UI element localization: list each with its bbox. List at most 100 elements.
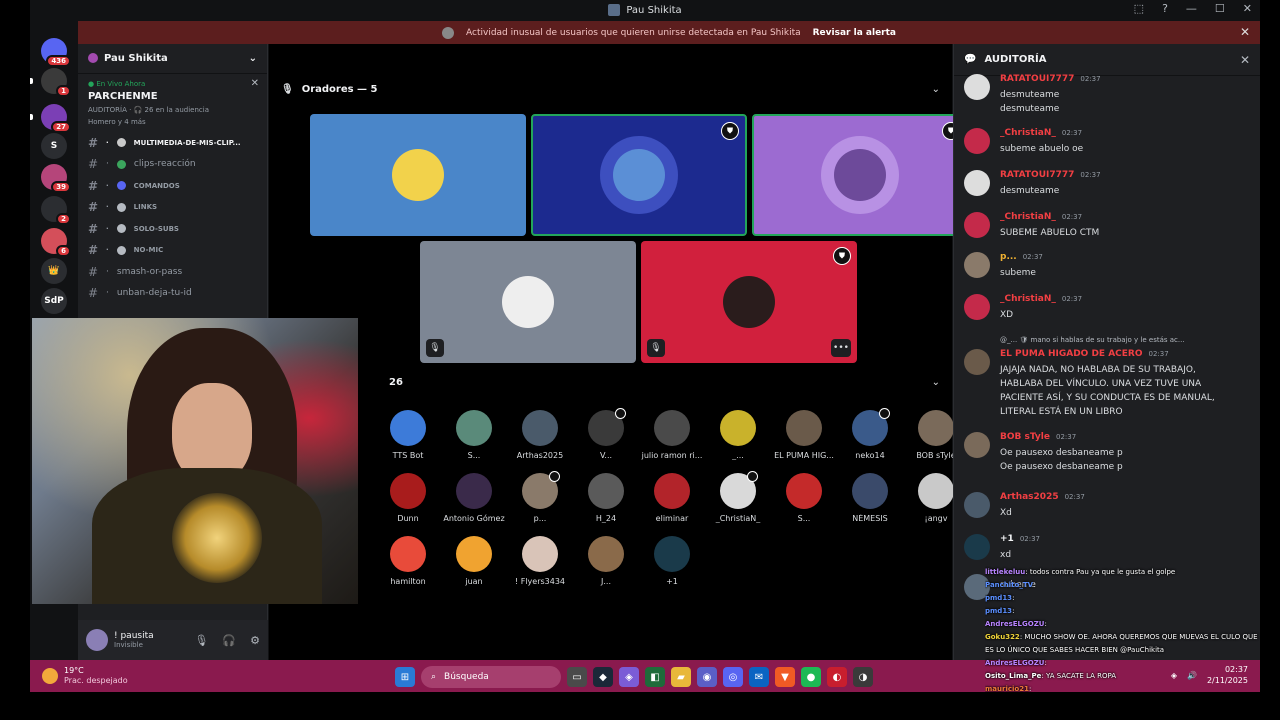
message-author[interactable]: RATATOUI7777 (1000, 74, 1074, 84)
avatar[interactable] (964, 492, 990, 518)
chevron-down-icon[interactable]: ⌄ (932, 377, 940, 388)
reply-preview[interactable]: @_... 🛡 mano si hablas de su trabajo y l… (1000, 336, 1185, 344)
audience-member[interactable]: _ChristiaN_ (705, 471, 771, 523)
taskbar-app-icon[interactable]: ▰ (671, 667, 691, 687)
audience-member[interactable]: neko14 (837, 408, 903, 460)
audience-member[interactable]: S... (771, 473, 837, 523)
avatar[interactable] (964, 294, 990, 320)
avatar[interactable] (964, 74, 990, 100)
taskbar-app-icon[interactable]: ▭ (567, 667, 587, 687)
help-icon[interactable]: ? (1162, 2, 1168, 15)
message-author[interactable]: p... (1000, 252, 1017, 262)
message-author[interactable]: _ChristiaN_ (1000, 294, 1056, 304)
taskbar-app-icon[interactable]: ● (801, 667, 821, 687)
channel-item[interactable]: # · multimedia-de-mis-clip... (78, 132, 267, 154)
taskbar-app-icon[interactable]: ◎ (723, 667, 743, 687)
channel-item[interactable]: # · comandos (78, 175, 267, 197)
search-box[interactable]: ⌕ Búsqueda (421, 666, 561, 688)
audience-member[interactable]: Dunn (375, 473, 441, 523)
server-icon[interactable]: 6 (41, 228, 71, 257)
audience-member[interactable]: Arthas2025 (507, 410, 573, 460)
maximize-button[interactable]: ☐ (1215, 2, 1225, 15)
channel-item[interactable]: # · links (78, 197, 267, 219)
audience-member[interactable]: V... (573, 408, 639, 460)
more-options-button[interactable]: ••• (831, 339, 851, 357)
avatar[interactable] (964, 432, 990, 458)
close-icon[interactable]: ✕ (251, 78, 259, 89)
avatar (588, 473, 624, 509)
taskbar-app-icon[interactable]: ◐ (827, 667, 847, 687)
bullet-icon: · (106, 224, 109, 233)
server-icon[interactable]: 2 (41, 196, 71, 225)
server-icon[interactable]: 1 (41, 68, 71, 97)
speaker-tile[interactable]: 🎙 (420, 241, 636, 363)
server-header[interactable]: Pau Shikita ⌄ (78, 44, 267, 74)
weather-widget[interactable]: 19°C Prac. despejado (30, 666, 128, 686)
audience-member[interactable]: hamilton (375, 536, 441, 586)
audience-member[interactable]: J... (573, 536, 639, 586)
avatar[interactable] (86, 629, 108, 651)
inbox-icon[interactable]: ⬚ (1134, 2, 1144, 15)
audience-member[interactable]: EL PUMA HIG... (771, 410, 837, 460)
server-icon[interactable]: 39 (41, 164, 71, 193)
server-icon[interactable]: 👑 (41, 258, 67, 284)
close-button[interactable]: ✕ (1243, 2, 1252, 15)
channel-item[interactable]: # · clips-reacción (78, 154, 267, 176)
server-icon[interactable]: 436 (41, 38, 71, 67)
audience-member[interactable]: NÉMESIS (837, 473, 903, 523)
speaker-tile[interactable] (310, 114, 526, 236)
audience-member[interactable]: ! Flyers3434 (507, 536, 573, 586)
headphones-icon[interactable]: 🎧 (222, 634, 236, 647)
close-icon[interactable]: ✕ (1240, 53, 1250, 67)
channel-item[interactable]: # · solo-subs (78, 218, 267, 240)
taskbar-app-icon[interactable]: ◈ (619, 667, 639, 687)
taskbar-app-icon[interactable]: ✉ (749, 667, 769, 687)
channel-item[interactable]: # · smash-or-pass (78, 261, 267, 283)
avatar[interactable] (964, 212, 990, 238)
audience-member[interactable]: juan (441, 536, 507, 586)
audience-member[interactable]: +1 (639, 536, 705, 586)
audience-member[interactable]: S... (441, 410, 507, 460)
close-icon[interactable]: ✕ (1240, 25, 1250, 39)
message-author[interactable]: +1 (1000, 534, 1014, 544)
review-alert-link[interactable]: Revisar la alerta (813, 28, 896, 38)
server-icon[interactable]: SdP (41, 288, 67, 314)
message-author[interactable]: EL PUMA HIGADO DE ACERO (1000, 349, 1143, 359)
message-author[interactable]: _ChristiaN_ (1000, 212, 1056, 222)
audience-member[interactable]: TTS Bot (375, 410, 441, 460)
speaker-tile[interactable]: ⛊ (752, 114, 968, 236)
message-author[interactable]: BOB sTyle (1000, 432, 1050, 442)
audience-member[interactable]: eliminar (639, 473, 705, 523)
chevron-down-icon[interactable]: ⌄ (249, 53, 257, 64)
avatar[interactable] (964, 349, 990, 375)
taskbar-app-icon[interactable]: ▼ (775, 667, 795, 687)
avatar[interactable] (964, 128, 990, 154)
avatar[interactable] (964, 170, 990, 196)
taskbar-app-icon[interactable]: ◑ (853, 667, 873, 687)
speaker-tile[interactable]: ⛊ (531, 114, 747, 236)
server-icon[interactable]: 27 (41, 104, 71, 133)
speaker-tile[interactable]: ⛊ 🎙 ••• (641, 241, 857, 363)
channel-item[interactable]: # · no-mic (78, 240, 267, 262)
audience-member[interactable]: H_24 (573, 473, 639, 523)
microphone-icon[interactable]: 🎙 (194, 634, 208, 647)
taskbar-app-icon[interactable]: ◆ (593, 667, 613, 687)
audience-member[interactable]: Antonio Gómez (441, 473, 507, 523)
avatar[interactable] (964, 534, 990, 560)
audience-member[interactable]: julio ramon ri... (639, 410, 705, 460)
message-author[interactable]: Arthas2025 (1000, 492, 1059, 502)
live-stage-card[interactable]: ● En Vivo Ahora PARCHENME AUDITORÍA · 🎧 … (78, 74, 267, 132)
windows-start-icon[interactable]: ⊞ (395, 667, 415, 687)
taskbar-app-icon[interactable]: ◧ (645, 667, 665, 687)
message-author[interactable]: RATATOUI7777 (1000, 170, 1074, 180)
chevron-down-icon[interactable]: ⌄ (932, 84, 940, 95)
audience-member[interactable]: _... (705, 410, 771, 460)
audience-member[interactable]: p... (507, 471, 573, 523)
channel-item[interactable]: # · unban-deja-tu-id (78, 283, 267, 305)
gear-icon[interactable]: ⚙ (250, 634, 260, 647)
minimize-button[interactable]: — (1186, 2, 1197, 15)
avatar[interactable] (964, 252, 990, 278)
message-author[interactable]: _ChristiaN_ (1000, 128, 1056, 138)
taskbar-app-icon[interactable]: ◉ (697, 667, 717, 687)
server-icon[interactable]: S (41, 133, 67, 159)
